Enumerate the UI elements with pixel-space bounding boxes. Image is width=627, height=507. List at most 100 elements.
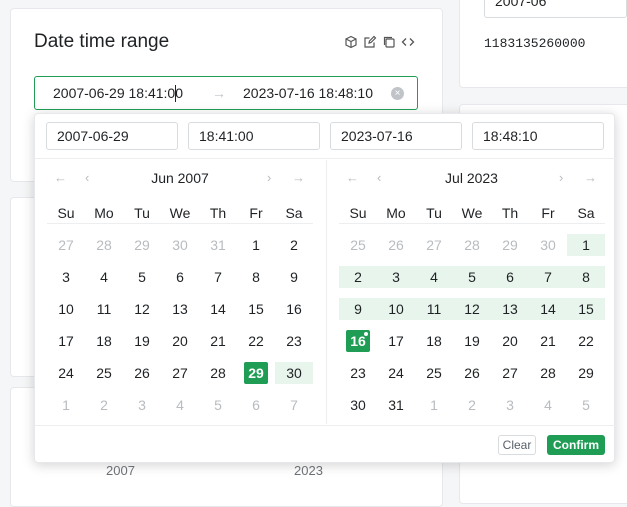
day-cell[interactable]: 6 [237, 394, 275, 416]
day-cell[interactable]: 27 [47, 234, 85, 256]
day-cell[interactable]: 22 [567, 330, 605, 352]
day-cell[interactable]: 14 [199, 298, 237, 320]
day-cell[interactable]: 25 [339, 234, 377, 256]
day-cell[interactable]: 3 [491, 394, 529, 416]
day-cell[interactable]: 9 [339, 298, 377, 320]
day-cell[interactable]: 11 [85, 298, 123, 320]
day-cell[interactable]: 13 [491, 298, 529, 320]
day-cell[interactable]: 30 [275, 362, 313, 384]
next-month-icon[interactable]: › [559, 170, 563, 185]
day-cell[interactable]: 23 [275, 330, 313, 352]
day-cell[interactable]: 2 [339, 266, 377, 288]
day-cell[interactable]: 28 [85, 234, 123, 256]
next-month-icon[interactable]: › [267, 170, 271, 185]
end-date-input[interactable]: 2023-07-16 [330, 122, 462, 150]
code-icon[interactable] [401, 35, 415, 49]
day-cell[interactable]: 29 [491, 234, 529, 256]
range-end-value[interactable]: 2023-07-16 18:48:10 [243, 85, 373, 101]
day-cell[interactable]: 21 [199, 330, 237, 352]
day-cell[interactable]: 29 [237, 362, 275, 384]
day-cell[interactable]: 4 [415, 266, 453, 288]
day-cell[interactable]: 25 [415, 362, 453, 384]
day-cell[interactable]: 1 [567, 234, 605, 256]
day-cell[interactable]: 30 [339, 394, 377, 416]
day-cell[interactable]: 28 [199, 362, 237, 384]
day-cell[interactable]: 30 [529, 234, 567, 256]
day-cell[interactable]: 7 [275, 394, 313, 416]
day-cell[interactable]: 1 [237, 234, 275, 256]
day-cell[interactable]: 4 [161, 394, 199, 416]
day-cell[interactable]: 5 [123, 266, 161, 288]
day-cell[interactable]: 13 [161, 298, 199, 320]
day-cell[interactable]: 28 [529, 362, 567, 384]
day-cell[interactable]: 5 [567, 394, 605, 416]
day-cell[interactable]: 17 [47, 330, 85, 352]
day-cell[interactable]: 9 [275, 266, 313, 288]
day-cell[interactable]: 1 [415, 394, 453, 416]
day-cell[interactable]: 6 [491, 266, 529, 288]
day-cell[interactable]: 11 [415, 298, 453, 320]
day-cell[interactable]: 1 [47, 394, 85, 416]
day-cell[interactable]: 15 [237, 298, 275, 320]
start-month-label[interactable]: Jun 2007 [35, 170, 325, 186]
edit-icon[interactable] [363, 35, 377, 49]
day-cell[interactable]: 10 [377, 298, 415, 320]
copy-icon[interactable] [382, 35, 396, 49]
day-cell[interactable]: 12 [123, 298, 161, 320]
day-cell[interactable]: 7 [529, 266, 567, 288]
day-cell[interactable]: 24 [377, 362, 415, 384]
day-cell[interactable]: 18 [85, 330, 123, 352]
day-cell[interactable]: 3 [47, 266, 85, 288]
confirm-button[interactable]: Confirm [547, 435, 605, 455]
day-cell[interactable]: 12 [453, 298, 491, 320]
day-cell[interactable]: 8 [237, 266, 275, 288]
day-cell[interactable]: 14 [529, 298, 567, 320]
month-input[interactable]: 2007-06 [484, 0, 627, 18]
day-cell[interactable]: 3 [377, 266, 415, 288]
day-cell[interactable]: 23 [339, 362, 377, 384]
range-start-value[interactable]: 2007-06-29 18:41:00 [53, 85, 183, 101]
day-cell[interactable]: 7 [199, 266, 237, 288]
day-cell[interactable]: 24 [47, 362, 85, 384]
day-cell[interactable]: 2 [275, 234, 313, 256]
day-cell[interactable]: 5 [453, 266, 491, 288]
day-cell[interactable]: 15 [567, 298, 605, 320]
day-cell[interactable]: 27 [161, 362, 199, 384]
day-cell[interactable]: 25 [85, 362, 123, 384]
day-cell[interactable]: 5 [199, 394, 237, 416]
day-cell[interactable]: 4 [85, 266, 123, 288]
day-cell[interactable]: 26 [377, 234, 415, 256]
start-date-input[interactable]: 2007-06-29 [46, 122, 178, 150]
clear-icon[interactable]: × [391, 87, 404, 100]
day-cell[interactable]: 28 [453, 234, 491, 256]
day-cell[interactable]: 2 [85, 394, 123, 416]
next-year-icon[interactable]: → [584, 170, 597, 185]
end-time-input[interactable]: 18:48:10 [472, 122, 604, 150]
day-cell[interactable]: 19 [453, 330, 491, 352]
day-cell[interactable]: 22 [237, 330, 275, 352]
day-cell[interactable]: 6 [161, 266, 199, 288]
clear-button[interactable]: Clear [498, 435, 536, 455]
day-cell[interactable]: 29 [567, 362, 605, 384]
day-cell[interactable]: 8 [567, 266, 605, 288]
day-cell[interactable]: 20 [161, 330, 199, 352]
day-cell[interactable]: 31 [199, 234, 237, 256]
end-month-label[interactable]: Jul 2023 [327, 170, 616, 186]
day-cell[interactable]: 29 [123, 234, 161, 256]
next-year-icon[interactable]: → [292, 170, 305, 185]
day-cell[interactable]: 3 [123, 394, 161, 416]
day-cell[interactable]: 10 [47, 298, 85, 320]
start-time-input[interactable]: 18:41:00 [188, 122, 320, 150]
day-cell[interactable]: 17 [377, 330, 415, 352]
day-cell[interactable]: 20 [491, 330, 529, 352]
day-cell[interactable]: 27 [491, 362, 529, 384]
day-cell[interactable]: 21 [529, 330, 567, 352]
day-cell[interactable]: 2 [453, 394, 491, 416]
cube-icon[interactable] [344, 35, 358, 49]
date-range-picker[interactable]: 2007-06-29 18:41:00 → 2023-07-16 18:48:1… [34, 76, 418, 110]
day-cell[interactable]: 26 [453, 362, 491, 384]
day-cell[interactable]: 18 [415, 330, 453, 352]
day-cell[interactable]: 4 [529, 394, 567, 416]
day-cell[interactable]: 27 [415, 234, 453, 256]
day-cell[interactable]: 16 [339, 330, 377, 352]
